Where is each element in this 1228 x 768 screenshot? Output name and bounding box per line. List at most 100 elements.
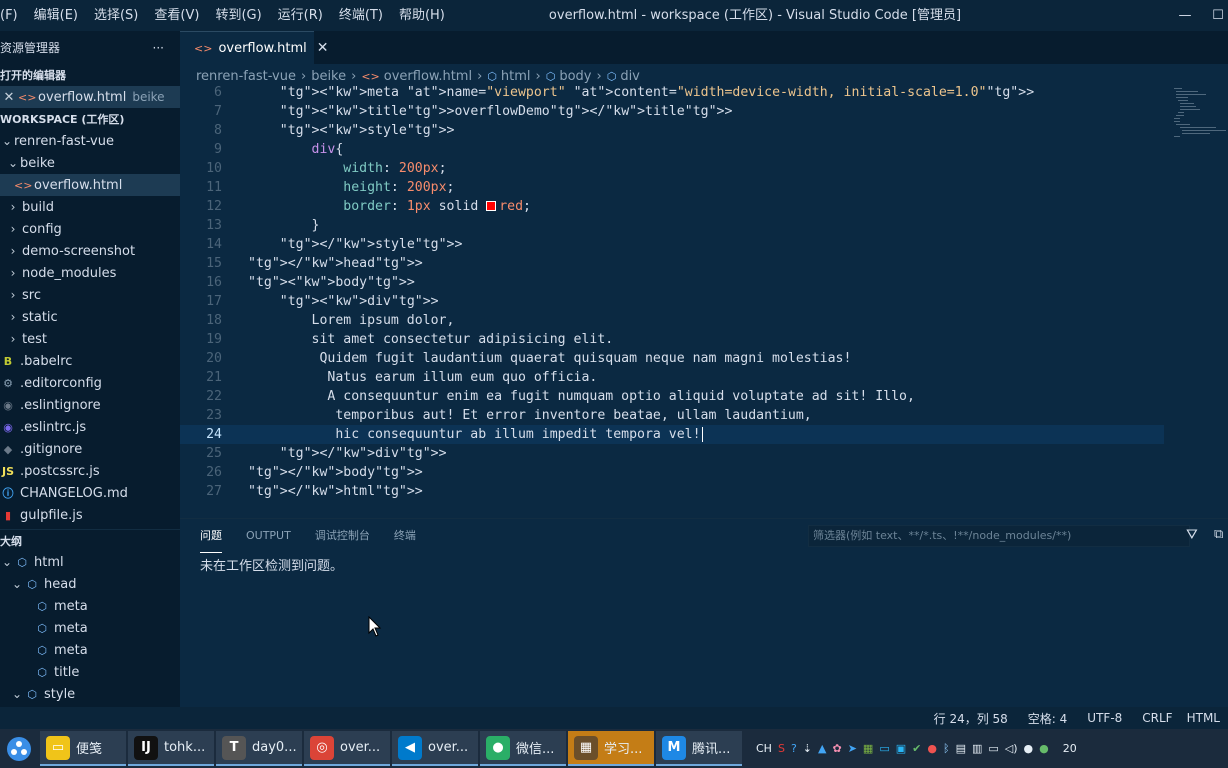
tab-debug-console[interactable]: 调试控制台 — [315, 519, 370, 553]
minimap[interactable] — [1174, 86, 1226, 146]
tree-file[interactable]: ⓘ CHANGELOG.md — [0, 482, 180, 504]
tree-file[interactable]: JS .postcssrc.js — [0, 460, 180, 482]
help-icon[interactable]: ? — [791, 742, 797, 755]
code-line[interactable]: 12 border: 1px solid red; — [180, 197, 1164, 216]
app-icon[interactable]: ● — [927, 742, 937, 755]
menu-item[interactable]: 选择(S) — [86, 0, 146, 31]
code-line[interactable]: 20 Quidem fugit laudantium quaerat quisq… — [180, 349, 1164, 368]
menu-item[interactable]: (F) — [0, 0, 26, 31]
code-line[interactable]: 10 width: 200px; — [180, 159, 1164, 178]
app-icon[interactable]: ▣ — [896, 742, 906, 755]
close-icon[interactable]: ✕ — [317, 40, 329, 56]
tree-file[interactable]: ◆ .gitignore — [0, 438, 180, 460]
outline-item[interactable]: ⬡ meta — [0, 617, 180, 639]
taskbar-app[interactable]: ◀ over... — [392, 731, 478, 766]
tree-folder[interactable]: › config — [0, 218, 180, 240]
app-icon[interactable]: ▲ — [818, 742, 826, 755]
indentation[interactable]: 空格: 4 — [1028, 710, 1068, 727]
code-line[interactable]: 21 Natus earum illum eum quo officia. — [180, 368, 1164, 387]
tree-file[interactable]: ◉ .eslintrc.js — [0, 416, 180, 438]
code-line[interactable]: 26 "tg"></"kw">body"tg">> — [180, 463, 1164, 482]
code-line[interactable]: 22 A consequuntur enim ea fugit numquam … — [180, 387, 1164, 406]
code-line[interactable]: 17 "tg"><"kw">div"tg">> — [180, 292, 1164, 311]
usb-icon[interactable]: ⇣ — [803, 742, 812, 755]
code-line[interactable]: 9 div{ — [180, 140, 1164, 159]
tree-folder[interactable]: › build — [0, 196, 180, 218]
code-line[interactable]: 24 hic consequuntur ab illum impedit tem… — [180, 425, 1164, 444]
cursor-position[interactable]: 行 24，列 58 — [934, 710, 1008, 727]
code-line[interactable]: 23 temporibus aut! Et error inventore be… — [180, 406, 1164, 425]
tree-file[interactable]: B .babelrc — [0, 350, 180, 372]
breadcrumb-item[interactable]: renren-fast-vue — [196, 69, 296, 84]
code-line[interactable]: 11 height: 200px; — [180, 178, 1164, 197]
language-mode[interactable]: HTML — [1187, 711, 1220, 725]
code-line[interactable]: 7 "tg"><"kw">title"tg">>overflowDemo"tg"… — [180, 102, 1164, 121]
breadcrumb-item[interactable]: beike — [311, 69, 346, 84]
copy-icon[interactable]: ⧉ — [1214, 527, 1223, 542]
code-line[interactable]: 27 "tg"></"kw">html"tg">> — [180, 482, 1164, 501]
more-actions-icon[interactable]: ··· — [153, 41, 164, 55]
code-line[interactable]: 18 Lorem ipsum dolor, — [180, 311, 1164, 330]
code-line[interactable]: 8 "tg"><"kw">style"tg">> — [180, 121, 1164, 140]
outline-item[interactable]: ⬡ meta — [0, 639, 180, 661]
outline-item[interactable]: ⬡ meta — [0, 595, 180, 617]
maximize-button[interactable]: ☐ — [1208, 0, 1228, 31]
taskbar-app[interactable]: ◎ over... — [304, 731, 390, 766]
breadcrumb-item[interactable]: body — [559, 69, 591, 84]
code-line[interactable]: 19 sit amet consectetur adipisicing elit… — [180, 330, 1164, 349]
menu-item[interactable]: 查看(V) — [146, 0, 207, 31]
outline-item[interactable]: ⌄ ⬡ html — [0, 551, 180, 573]
tree-folder-root[interactable]: ⌄ renren-fast-vue — [0, 130, 180, 152]
taskbar-app[interactable]: ▭ 便笺 — [40, 731, 126, 766]
taskbar-app[interactable]: ● 微信... — [480, 731, 566, 766]
app-icon[interactable]: ✿ — [832, 742, 841, 755]
taskbar-app[interactable]: ▦ 学习... — [568, 731, 654, 766]
code-line[interactable]: 25 "tg"></"kw">div"tg">> — [180, 444, 1164, 463]
code-line[interactable]: 6 "tg"><"kw">meta "at">name="viewport" "… — [180, 86, 1164, 102]
code-line[interactable]: 15 "tg"></"kw">head"tg">> — [180, 254, 1164, 273]
menu-item[interactable]: 转到(G) — [207, 0, 269, 31]
encoding[interactable]: UTF-8 — [1087, 711, 1122, 725]
workspace-section[interactable]: WORKSPACE (工作区) — [0, 108, 180, 130]
tree-file-active[interactable]: <> overflow.html — [0, 174, 180, 196]
tree-folder[interactable]: › static — [0, 306, 180, 328]
outline-item[interactable]: ⌄ ⬡ style — [0, 683, 180, 705]
tree-file[interactable]: ⚙ .editorconfig — [0, 372, 180, 394]
sogou-icon[interactable]: S — [778, 742, 785, 755]
menu-item[interactable]: 编辑(E) — [26, 0, 86, 31]
code-editor[interactable]: 6 "tg"><"kw">meta "at">name="viewport" "… — [180, 86, 1228, 518]
app-icon[interactable]: ▦ — [863, 742, 873, 755]
app-icon[interactable]: ▭ — [879, 742, 889, 755]
outline-item[interactable]: ⬡ title — [0, 661, 180, 683]
taskbar-app[interactable]: M 腾讯... — [656, 731, 742, 766]
network-icon[interactable]: ▭ — [988, 742, 998, 755]
outline-section[interactable]: 大纲 — [0, 529, 180, 551]
clock[interactable]: 20 — [1063, 742, 1077, 755]
tree-folder[interactable]: › demo-screenshot — [0, 240, 180, 262]
user-icon[interactable]: ● — [1024, 742, 1034, 755]
tree-file[interactable]: ◉ .eslintignore — [0, 394, 180, 416]
clipboard-icon[interactable]: ▥ — [972, 742, 982, 755]
tree-folder[interactable]: › test — [0, 328, 180, 350]
taskbar-app[interactable]: Tday0... — [216, 731, 302, 766]
close-icon[interactable]: ✕ — [0, 90, 18, 105]
filter-icon[interactable]: ⛛ — [1186, 527, 1198, 543]
open-editor-item[interactable]: ✕ <> overflow.html beike — [0, 86, 180, 108]
minimize-button[interactable]: — — [1162, 0, 1208, 31]
code-line[interactable]: 16 "tg"><"kw">body"tg">> — [180, 273, 1164, 292]
tab-terminal[interactable]: 终端 — [394, 519, 416, 553]
tree-folder[interactable]: › src — [0, 284, 180, 306]
breadcrumb-item[interactable]: html — [501, 69, 531, 84]
input-language[interactable]: CH — [756, 742, 772, 755]
tree-folder[interactable]: › node_modules — [0, 262, 180, 284]
problems-filter-input[interactable]: 筛选器(例如 text、**/*.ts、!**/node_modules/**) — [808, 525, 1190, 547]
code-line[interactable]: 13 } — [180, 216, 1164, 235]
outline-item[interactable]: ⌄ ⬡ head — [0, 573, 180, 595]
breadcrumb-item[interactable]: div — [620, 69, 640, 84]
bluetooth-icon[interactable]: ᛒ — [943, 742, 950, 755]
breadcrumb-item[interactable]: overflow.html — [384, 69, 472, 84]
menu-item[interactable]: 终端(T) — [331, 0, 391, 31]
display-icon[interactable]: ▤ — [956, 742, 966, 755]
volume-icon[interactable]: ◁) — [1005, 742, 1018, 755]
taskbar-app[interactable]: IJ tohk... — [128, 731, 214, 766]
